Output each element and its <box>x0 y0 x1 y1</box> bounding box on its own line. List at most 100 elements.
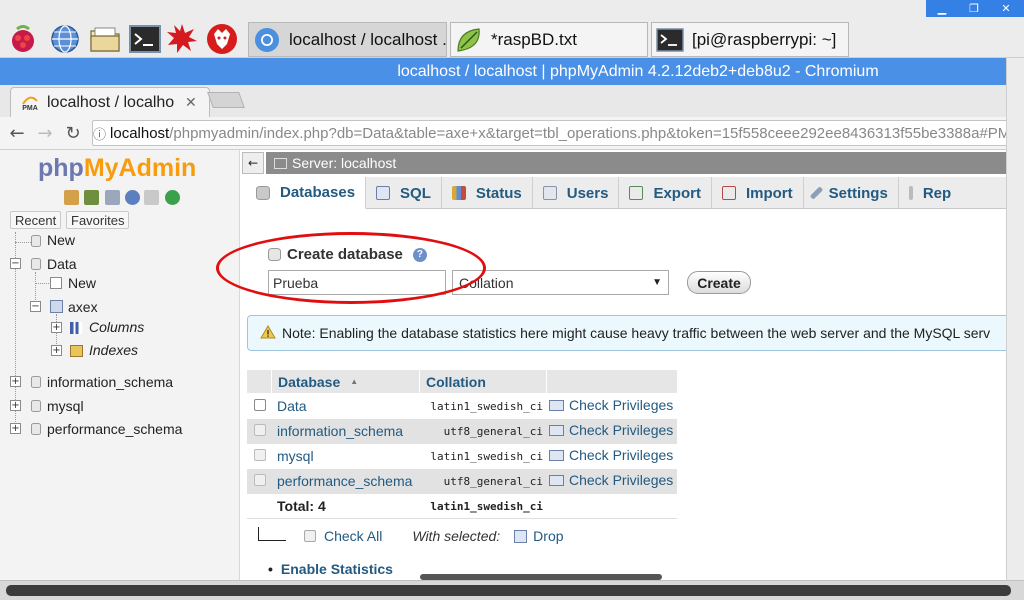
math-kernel-icon[interactable] <box>164 22 200 56</box>
new-tab-button[interactable] <box>207 92 245 108</box>
enable-statistics-link[interactable]: • Enable Statistics <box>268 561 393 577</box>
help-icon[interactable]: ? <box>412 247 427 262</box>
collapse-icon[interactable]: − <box>30 301 41 312</box>
tab-settings[interactable]: Settings <box>804 177 899 209</box>
database-link[interactable]: information_schema <box>277 423 403 439</box>
tree-item-new[interactable]: New <box>47 232 75 248</box>
documentation-icon[interactable] <box>144 190 159 205</box>
collapse-navigation-button[interactable]: ← <box>242 152 264 174</box>
status-icon <box>451 186 466 200</box>
browser-tab[interactable]: PMA localhost / localho ✕ <box>10 87 210 117</box>
expand-icon[interactable]: + <box>51 345 62 356</box>
taskbar-window-title: localhost / localhost ... <box>289 29 447 49</box>
check-privileges-link[interactable]: Check Privileges <box>549 397 673 413</box>
create-button[interactable]: Create <box>687 271 751 294</box>
tree-item-data[interactable]: Data <box>47 256 77 272</box>
taskbar-window-title: [pi@raspberrypi: ~] <box>692 29 837 49</box>
with-selected-label: With selected: <box>412 528 501 544</box>
collation-value: latin1_swedish_ci <box>430 400 543 413</box>
exit-icon[interactable] <box>84 190 99 205</box>
wolfram-icon[interactable] <box>204 22 240 56</box>
collapse-icon[interactable]: − <box>10 258 21 269</box>
tree-item-axex[interactable]: axex <box>68 299 98 315</box>
back-icon[interactable]: ← <box>6 122 28 144</box>
check-all-label[interactable]: Check All <box>324 528 382 544</box>
tree-item-information-schema[interactable]: information_schema <box>47 374 173 390</box>
database-icon <box>31 258 41 270</box>
notice-box: Note: Enabling the database statistics h… <box>247 315 1017 351</box>
collation-select[interactable]: Collation ▼ <box>452 270 669 295</box>
tab-users[interactable]: Users <box>533 177 620 209</box>
expand-icon[interactable]: + <box>51 322 62 333</box>
minimize-button[interactable]: ▁ <box>926 0 958 17</box>
check-privileges-link[interactable]: Check Privileges <box>549 472 673 488</box>
table-header-checkbox <box>247 370 272 393</box>
row-checkbox[interactable] <box>254 474 266 486</box>
drop-link[interactable]: Drop <box>533 528 563 544</box>
sql-icon <box>376 186 391 200</box>
tab-replication[interactable]: Rep <box>899 177 961 209</box>
forward-icon[interactable]: → <box>34 122 56 144</box>
tree-item-columns[interactable]: Columns <box>89 319 144 335</box>
warning-icon <box>260 324 276 342</box>
server-breadcrumb[interactable]: Server: localhost <box>266 152 1006 174</box>
terminal-icon <box>656 26 684 54</box>
horizontal-scrollbar-thumb[interactable] <box>6 585 1011 596</box>
pma-logo[interactable]: phpMyAdmin <box>38 154 196 183</box>
bulk-actions: Check All With selected: Drop <box>258 526 564 546</box>
row-checkbox[interactable] <box>254 399 266 411</box>
expand-icon[interactable]: + <box>10 423 21 434</box>
indexes-icon <box>70 345 83 357</box>
tree-item-mysql[interactable]: mysql <box>47 398 84 414</box>
query-window-icon[interactable] <box>105 190 120 205</box>
tree-item-performance-schema[interactable]: performance_schema <box>47 421 182 437</box>
home-icon[interactable] <box>64 190 79 205</box>
import-icon <box>721 186 736 200</box>
expand-icon[interactable]: + <box>10 376 21 387</box>
close-button[interactable]: ✕ <box>990 0 1022 17</box>
row-checkbox[interactable] <box>254 449 266 461</box>
recent-button[interactable]: Recent <box>10 211 62 229</box>
web-browser-icon[interactable] <box>47 22 83 56</box>
raspberry-menu-icon[interactable] <box>5 22 41 56</box>
text-editor-icon <box>455 26 483 54</box>
tab-status[interactable]: Status <box>442 177 533 209</box>
database-icon <box>31 423 41 435</box>
favorites-button[interactable]: Favorites <box>66 211 130 229</box>
check-privileges-link[interactable]: Check Privileges <box>549 422 673 438</box>
tab-import[interactable]: Import <box>712 177 804 209</box>
taskbar-window-terminal[interactable]: [pi@raspberrypi: ~] <box>651 22 849 57</box>
reload-icon[interactable]: ↻ <box>62 122 84 144</box>
address-bar[interactable]: ⓘ localhost /phpmyadmin/index.php?db=Dat… <box>92 120 1012 146</box>
table-total-row: Total: 4 latin1_swedish_ci <box>247 494 677 519</box>
info-icon: ⓘ <box>93 126 107 142</box>
reload-navigation-icon[interactable] <box>165 190 180 205</box>
tab-export[interactable]: Export <box>619 177 712 209</box>
help-icon[interactable] <box>125 190 140 205</box>
tree-item-data-new[interactable]: New <box>68 275 96 291</box>
sort-by-database-header[interactable]: Database ▲ <box>272 370 420 393</box>
url-host: localhost <box>110 124 170 142</box>
collation-value: utf8_general_ci <box>443 475 543 488</box>
database-link[interactable]: Data <box>277 398 307 414</box>
terminal-icon[interactable] <box>127 22 163 56</box>
database-link[interactable]: performance_schema <box>277 473 412 489</box>
row-checkbox[interactable] <box>254 424 266 436</box>
file-manager-icon[interactable] <box>87 22 123 56</box>
tab-close-icon[interactable]: ✕ <box>185 94 197 111</box>
chromium-icon <box>253 26 281 54</box>
database-name-input[interactable] <box>268 270 446 295</box>
check-privileges-link[interactable]: Check Privileges <box>549 447 673 463</box>
new-table-icon <box>50 277 62 289</box>
check-all-checkbox[interactable] <box>304 530 316 542</box>
database-icon <box>31 400 41 412</box>
tab-sql[interactable]: SQL <box>366 177 442 209</box>
taskbar-window-editor[interactable]: *raspBD.txt <box>450 22 648 57</box>
database-link[interactable]: mysql <box>277 448 314 464</box>
expand-icon[interactable]: + <box>10 400 21 411</box>
tree-item-indexes[interactable]: Indexes <box>89 342 138 358</box>
taskbar-window-title: *raspBD.txt <box>491 29 577 49</box>
tab-databases[interactable]: Databases <box>246 177 367 209</box>
maximize-button[interactable]: ❐ <box>958 0 990 17</box>
taskbar-window-chromium[interactable]: localhost / localhost ... <box>248 22 447 57</box>
